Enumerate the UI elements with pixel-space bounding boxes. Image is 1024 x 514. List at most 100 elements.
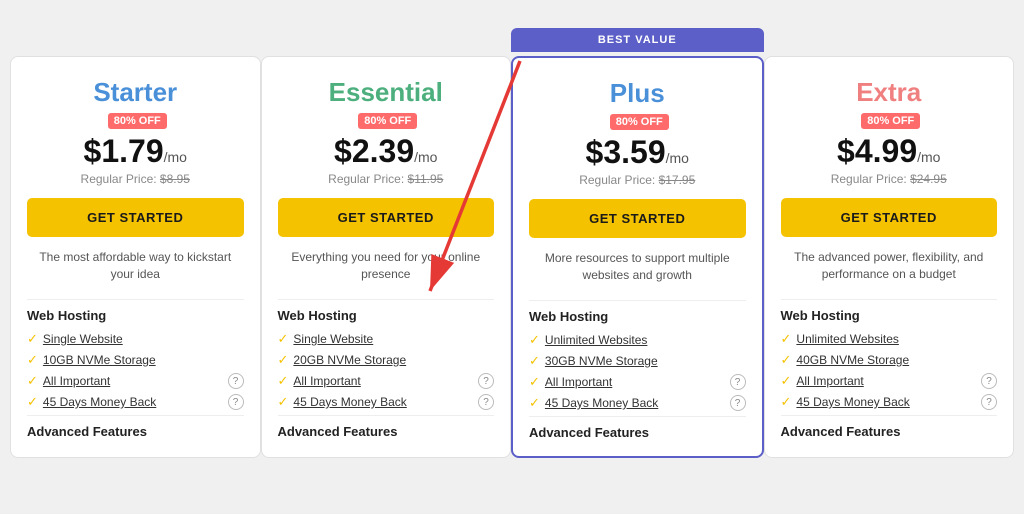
feature-item-essential-3: ✓ 45 Days Money Back ? [278, 394, 495, 410]
price-period-starter: /mo [164, 149, 187, 165]
feature-text-essential-0: Single Website [293, 332, 373, 346]
advanced-title-plus: Advanced Features [529, 416, 746, 440]
check-icon-plus-3: ✓ [529, 395, 540, 411]
info-icon-essential-3[interactable]: ? [478, 394, 494, 410]
plan-name-extra: Extra [781, 77, 998, 108]
feature-item-extra-3: ✓ 45 Days Money Back ? [781, 394, 998, 410]
feature-item-extra-1: ✓ 40GB NVMe Storage [781, 352, 998, 368]
best-value-badge: BEST VALUE [511, 28, 764, 52]
price-amount-starter: $1.79 [84, 133, 164, 169]
get-started-btn-plus[interactable]: GET STARTED [529, 199, 746, 238]
check-icon-starter-2: ✓ [27, 373, 38, 389]
info-icon-starter-3[interactable]: ? [228, 394, 244, 410]
regular-price-plus: Regular Price: $17.95 [529, 173, 746, 187]
price-period-extra: /mo [917, 149, 940, 165]
discount-row-extra: 80% OFF [781, 112, 998, 129]
plan-description-starter: The most affordable way to kickstart you… [27, 249, 244, 289]
feature-text-plus-1: 30GB NVMe Storage [545, 354, 658, 368]
feature-item-starter-3: ✓ 45 Days Money Back ? [27, 394, 244, 410]
check-icon-starter-3: ✓ [27, 394, 38, 410]
check-icon-plus-0: ✓ [529, 332, 540, 348]
plan-card-extra: Extra 80% OFF $4.99/mo Regular Price: $2… [764, 56, 1015, 458]
price-amount-essential: $2.39 [334, 133, 414, 169]
info-icon-starter-2[interactable]: ? [228, 373, 244, 389]
price-period-plus: /mo [666, 150, 689, 166]
feature-item-essential-2: ✓ All Important ? [278, 373, 495, 389]
feature-item-plus-3: ✓ 45 Days Money Back ? [529, 395, 746, 411]
plan-description-plus: More resources to support multiple websi… [529, 250, 746, 290]
feature-item-starter-2: ✓ All Important ? [27, 373, 244, 389]
plan-description-extra: The advanced power, flexibility, and per… [781, 249, 998, 289]
web-hosting-title-extra: Web Hosting [781, 299, 998, 323]
info-icon-extra-2[interactable]: ? [981, 373, 997, 389]
info-icon-plus-3[interactable]: ? [730, 395, 746, 411]
feature-item-plus-0: ✓ Unlimited Websites [529, 332, 746, 348]
plan-name-essential: Essential [278, 77, 495, 108]
plan-card-essential: Essential 80% OFF $2.39/mo Regular Price… [261, 56, 512, 458]
info-icon-essential-2[interactable]: ? [478, 373, 494, 389]
check-icon-plus-1: ✓ [529, 353, 540, 369]
feature-item-plus-2: ✓ All Important ? [529, 374, 746, 390]
discount-row-starter: 80% OFF [27, 112, 244, 129]
discount-badge-plus: 80% OFF [610, 114, 669, 130]
feature-text-plus-2: All Important [545, 375, 612, 389]
check-icon-extra-0: ✓ [781, 331, 792, 347]
price-row-starter: $1.79/mo [27, 133, 244, 170]
get-started-btn-essential[interactable]: GET STARTED [278, 198, 495, 237]
feature-text-essential-1: 20GB NVMe Storage [293, 353, 406, 367]
get-started-btn-starter[interactable]: GET STARTED [27, 198, 244, 237]
feature-text-extra-1: 40GB NVMe Storage [796, 353, 909, 367]
check-icon-starter-1: ✓ [27, 352, 38, 368]
feature-item-plus-1: ✓ 30GB NVMe Storage [529, 353, 746, 369]
feature-text-starter-1: 10GB NVMe Storage [43, 353, 156, 367]
price-amount-plus: $3.59 [586, 134, 666, 170]
feature-item-extra-0: ✓ Unlimited Websites [781, 331, 998, 347]
advanced-title-extra: Advanced Features [781, 415, 998, 439]
check-icon-plus-2: ✓ [529, 374, 540, 390]
regular-price-extra: Regular Price: $24.95 [781, 172, 998, 186]
feature-text-starter-0: Single Website [43, 332, 123, 346]
feature-text-starter-2: All Important [43, 374, 110, 388]
discount-row-plus: 80% OFF [529, 113, 746, 130]
check-icon-extra-2: ✓ [781, 373, 792, 389]
web-hosting-title-starter: Web Hosting [27, 299, 244, 323]
check-icon-extra-1: ✓ [781, 352, 792, 368]
price-amount-extra: $4.99 [837, 133, 917, 169]
check-icon-extra-3: ✓ [781, 394, 792, 410]
price-row-essential: $2.39/mo [278, 133, 495, 170]
feature-text-extra-0: Unlimited Websites [796, 332, 898, 346]
advanced-title-starter: Advanced Features [27, 415, 244, 439]
plan-card-plus: BEST VALUE Plus 80% OFF $3.59/mo Regular… [511, 56, 764, 458]
feature-text-extra-2: All Important [796, 374, 863, 388]
feature-text-extra-3: 45 Days Money Back [796, 395, 909, 409]
feature-text-plus-0: Unlimited Websites [545, 333, 647, 347]
web-hosting-title-plus: Web Hosting [529, 300, 746, 324]
check-icon-essential-2: ✓ [278, 373, 289, 389]
feature-item-starter-0: ✓ Single Website [27, 331, 244, 347]
regular-price-starter: Regular Price: $8.95 [27, 172, 244, 186]
check-icon-essential-0: ✓ [278, 331, 289, 347]
check-icon-starter-0: ✓ [27, 331, 38, 347]
feature-text-starter-3: 45 Days Money Back [43, 395, 156, 409]
info-icon-extra-3[interactable]: ? [981, 394, 997, 410]
feature-text-essential-2: All Important [293, 374, 360, 388]
discount-badge-extra: 80% OFF [861, 113, 920, 129]
feature-item-extra-2: ✓ All Important ? [781, 373, 998, 389]
discount-row-essential: 80% OFF [278, 112, 495, 129]
get-started-btn-extra[interactable]: GET STARTED [781, 198, 998, 237]
plan-name-plus: Plus [529, 78, 746, 109]
plan-card-starter: Starter 80% OFF $1.79/mo Regular Price: … [10, 56, 261, 458]
check-icon-essential-1: ✓ [278, 352, 289, 368]
pricing-wrapper: Starter 80% OFF $1.79/mo Regular Price: … [10, 56, 1014, 458]
price-period-essential: /mo [414, 149, 437, 165]
web-hosting-title-essential: Web Hosting [278, 299, 495, 323]
plan-description-essential: Everything you need for your online pres… [278, 249, 495, 289]
info-icon-plus-2[interactable]: ? [730, 374, 746, 390]
discount-badge-essential: 80% OFF [358, 113, 417, 129]
discount-badge-starter: 80% OFF [108, 113, 167, 129]
check-icon-essential-3: ✓ [278, 394, 289, 410]
regular-price-essential: Regular Price: $11.95 [278, 172, 495, 186]
feature-item-essential-0: ✓ Single Website [278, 331, 495, 347]
advanced-title-essential: Advanced Features [278, 415, 495, 439]
feature-item-starter-1: ✓ 10GB NVMe Storage [27, 352, 244, 368]
